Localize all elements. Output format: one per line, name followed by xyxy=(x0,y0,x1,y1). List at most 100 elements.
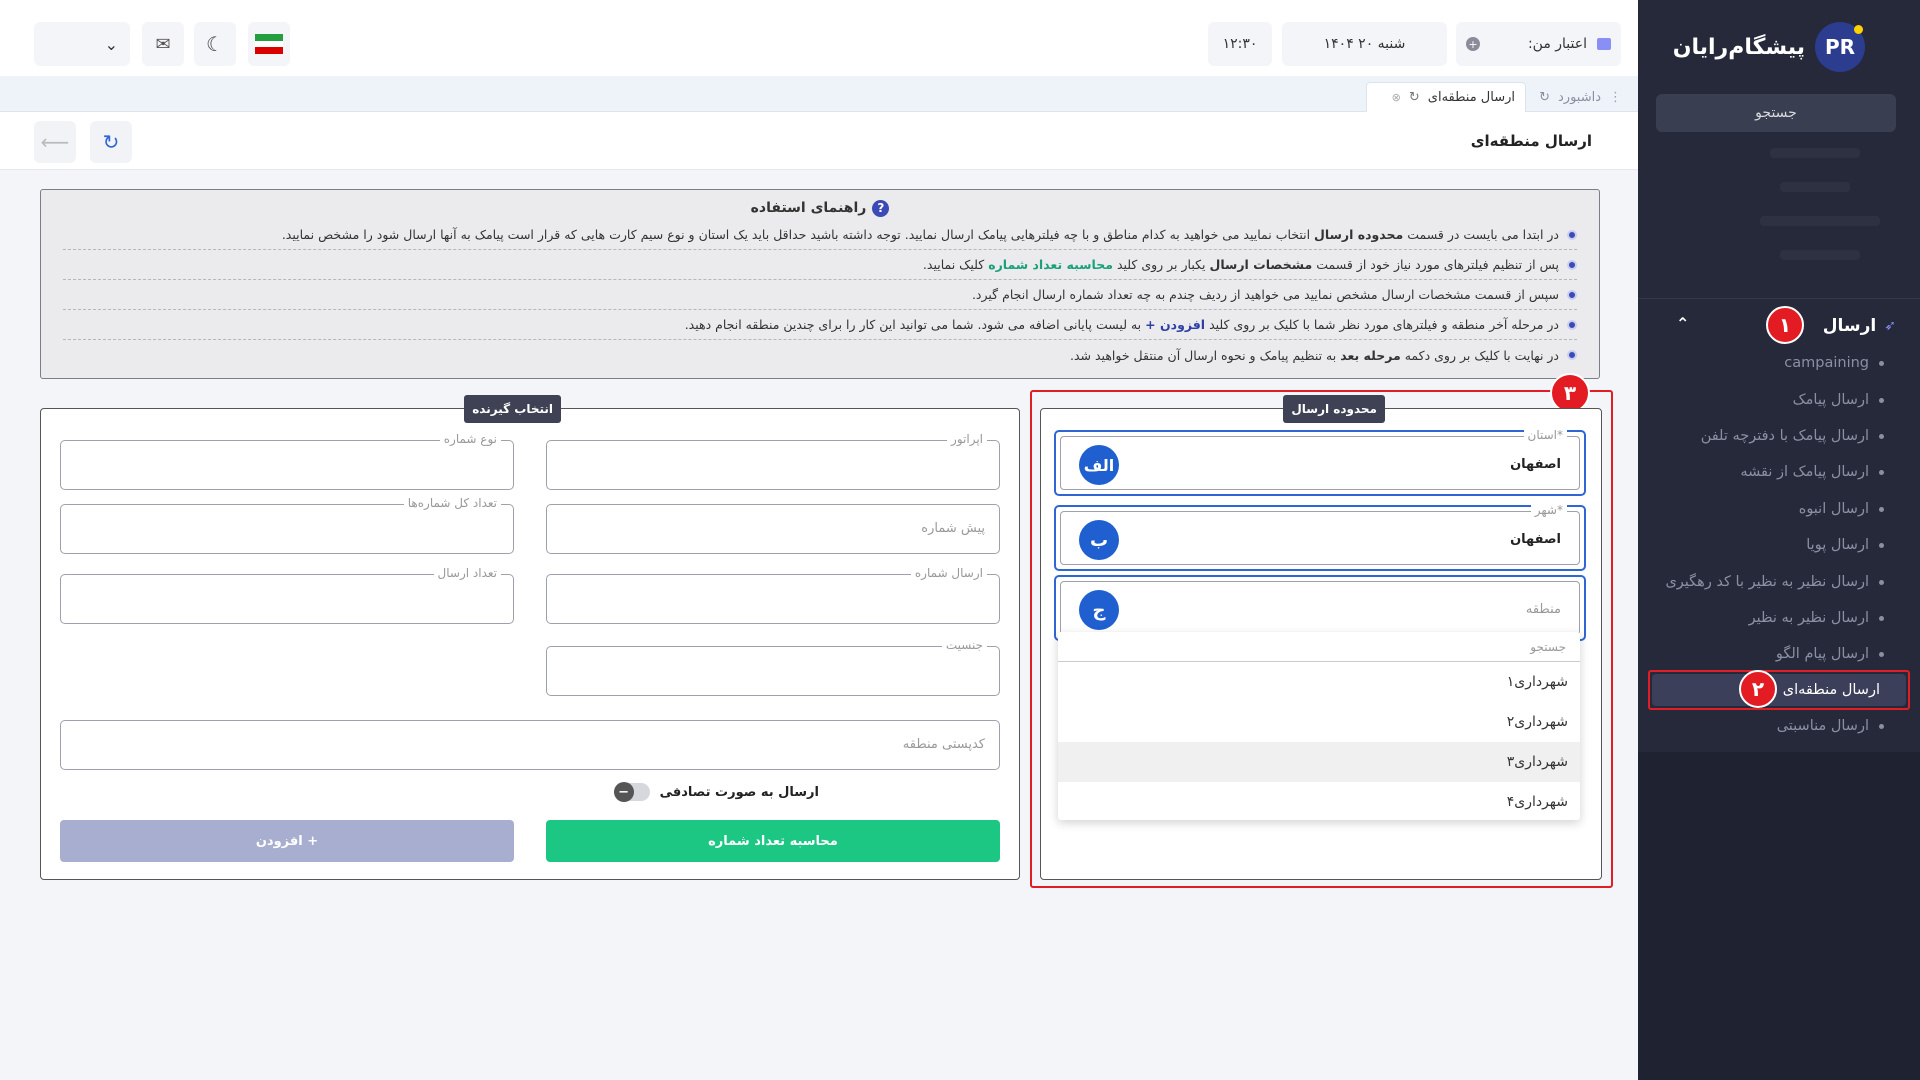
dark-mode-button[interactable]: ☾ xyxy=(194,22,236,66)
city-select[interactable]: شهر* اصفهان ب xyxy=(1060,503,1580,565)
date-box: شنبه ۲۰ ۱۴۰۴ xyxy=(1282,22,1447,66)
bullet-icon xyxy=(1879,542,1884,548)
city-select-wrap: شهر* اصفهان ب xyxy=(1054,503,1586,571)
credit-label: اعتبار من: xyxy=(1527,36,1587,52)
close-icon[interactable]: ⊗ xyxy=(1392,91,1401,104)
top-header: اعتبار من: + شنبه ۲۰ ۱۴۰۴ ۱۲:۳۰ ☾ ✉ ⌄ xyxy=(0,0,1638,76)
refresh-icon[interactable]: ↻ xyxy=(1539,90,1550,105)
chevron-up-icon[interactable]: ⌃ xyxy=(1676,314,1689,333)
recipient-panel-label: انتخاب گیرنده xyxy=(464,395,561,423)
number-type-field[interactable]: نوع شماره xyxy=(60,432,514,490)
scope-panel-label: محدوده ارسال xyxy=(1283,395,1385,423)
step-letter-be: ب xyxy=(1079,520,1119,560)
usage-guide: ? راهنمای استفاده در ابتدا می بایست در ق… xyxy=(40,189,1600,379)
guide-title: ? راهنمای استفاده xyxy=(63,196,1577,220)
bullet-icon xyxy=(1567,350,1577,360)
bullet-icon xyxy=(1567,259,1577,270)
date-text: شنبه ۲۰ ۱۴۰۴ xyxy=(1323,36,1406,52)
sidebar-search[interactable]: جستجو xyxy=(1656,94,1896,132)
language-button[interactable] xyxy=(248,22,290,66)
faded-item xyxy=(1780,250,1860,260)
dropdown-option[interactable]: شهرداری۴ xyxy=(1058,782,1580,822)
menu-section-title: ارسال xyxy=(1822,316,1877,336)
postal-code-field[interactable]: کدپستی منطقه xyxy=(60,720,1000,770)
step-badge-3: ۳ xyxy=(1550,373,1590,413)
messages-button[interactable]: ✉ xyxy=(142,22,184,66)
sidebar-item-phonebook[interactable]: ارسال پیامک با دفترچه تلفن xyxy=(1656,419,1884,453)
city-value: اصفهان xyxy=(1510,532,1561,547)
chevron-down-icon: ⌄ xyxy=(104,34,118,54)
province-select[interactable]: استان* اصفهان الف xyxy=(1060,428,1580,490)
plus-icon[interactable]: + xyxy=(1466,37,1480,51)
faded-item xyxy=(1780,182,1850,192)
bullet-icon xyxy=(1567,319,1577,330)
sidebar-item-template[interactable]: ارسال پیام الگو xyxy=(1656,637,1884,671)
sidebar-item-p2p[interactable]: ارسال نظیر به نظیر xyxy=(1656,601,1884,635)
guide-row: در مرحله آخر منطقه و فیلترهای مورد نظر ش… xyxy=(63,310,1577,340)
region-select[interactable]: منطقه ج xyxy=(1060,581,1580,635)
prefix-field[interactable]: پیش شماره xyxy=(546,504,1000,554)
random-send-label: ارسال به صورت تصادفی xyxy=(659,784,819,800)
moon-icon: ☾ xyxy=(206,32,224,56)
logo-text: پیشگام‌رایان xyxy=(1672,34,1805,60)
sidebar-item-map[interactable]: ارسال پیامک از نقشه xyxy=(1656,455,1884,489)
guide-row: پس از تنظیم فیلترهای مورد نیاز خود از قس… xyxy=(63,250,1577,280)
step-letter-jim: ج xyxy=(1079,590,1119,630)
random-send-toggle[interactable]: − xyxy=(613,782,650,802)
step-badge-1: ۱ xyxy=(1766,306,1804,344)
region-placeholder: منطقه xyxy=(1525,602,1561,617)
tab-regional-send[interactable]: ارسال منطقه‌ای ↻ ⊗ xyxy=(1366,82,1526,112)
sidebar-item-dynamic[interactable]: ارسال پویا xyxy=(1656,528,1884,562)
title-bar: ارسال منطقه‌ای ↻ ⟵ xyxy=(0,112,1638,170)
refresh-icon[interactable]: ↻ xyxy=(1409,90,1420,105)
tabs-bar: ⋮ داشبورد ↻ ارسال منطقه‌ای ↻ ⊗ xyxy=(0,76,1638,112)
bullet-icon xyxy=(1879,579,1884,585)
guide-row: سپس از قسمت مشخصات ارسال مشخص نمایید می … xyxy=(63,280,1577,310)
sidebar-item-regional-label: ارسال منطقه‌ای xyxy=(1652,674,1906,706)
province-label: استان* xyxy=(1523,428,1567,442)
back-button[interactable]: ⟵ xyxy=(34,121,76,163)
gender-field[interactable]: جنسیت xyxy=(546,638,1000,696)
sidebar-panel: PR پیشگام‌رایان جستجو ➶ ارسال ⌃ ۱ campai… xyxy=(1638,0,1920,752)
time-text: ۱۲:۳۰ xyxy=(1222,36,1258,52)
calculate-numbers-button[interactable]: محاسبه تعداد شماره xyxy=(546,820,1000,862)
mail-icon: ✉ xyxy=(155,33,171,55)
page-title: ارسال منطقه‌ای xyxy=(1470,132,1592,150)
bullet-icon xyxy=(1567,289,1577,300)
guide-row: در نهایت با کلیک بر روی دکمه مرحله بعد ب… xyxy=(63,340,1577,370)
arrow-left-icon: ⟵ xyxy=(40,130,70,154)
sidebar-divider xyxy=(1638,298,1920,299)
sidebar-item-send-sms[interactable]: ارسال پیامک xyxy=(1656,383,1884,417)
bullet-icon xyxy=(1879,506,1884,512)
bullet-icon xyxy=(1879,615,1884,621)
bullet-icon xyxy=(1879,360,1884,366)
bullet-icon xyxy=(1879,433,1884,439)
wallet-icon xyxy=(1597,38,1611,50)
user-dropdown[interactable]: ⌄ xyxy=(34,22,130,66)
credit-box[interactable]: اعتبار من: + xyxy=(1456,22,1621,66)
help-icon: ? xyxy=(872,199,890,217)
dropdown-option[interactable]: شهرداری۳ xyxy=(1058,742,1580,782)
sidebar-item-regional[interactable]: ارسال منطقه‌ای xyxy=(1648,670,1910,710)
bullet-icon xyxy=(1879,651,1884,657)
sidebar-item-occasion[interactable]: ارسال مناسبتی xyxy=(1656,709,1884,743)
sidebar: PR پیشگام‌رایان جستجو ➶ ارسال ⌃ ۱ campai… xyxy=(1638,0,1920,1080)
add-button[interactable]: افزودن + xyxy=(60,820,514,862)
province-value: اصفهان xyxy=(1510,457,1561,472)
bullet-icon xyxy=(1879,397,1884,403)
province-select-wrap: استان* اصفهان الف xyxy=(1054,428,1586,496)
total-numbers-field[interactable]: تعداد کل شماره‌ها xyxy=(60,496,514,554)
dropdown-search-input[interactable]: جستجو xyxy=(1058,632,1580,662)
guide-row: در ابتدا می بایست در قسمت محدوده ارسال ا… xyxy=(63,220,1577,250)
sidebar-item-p2p-tracking[interactable]: ارسال نظیر به نظیر با کد رهگیری xyxy=(1656,565,1884,599)
bullet-icon xyxy=(1879,469,1884,475)
dropdown-option[interactable]: شهرداری۲ xyxy=(1058,702,1580,742)
send-count-field[interactable]: تعداد ارسال xyxy=(60,566,514,624)
tab-dashboard[interactable]: ⋮ داشبورد ↻ xyxy=(1529,82,1632,112)
send-number-field[interactable]: ارسال شماره xyxy=(546,566,1000,624)
sidebar-item-campaining[interactable]: campaining xyxy=(1656,346,1884,380)
reload-button[interactable]: ↻ xyxy=(90,121,132,163)
sidebar-item-bulk[interactable]: ارسال انبوه xyxy=(1656,492,1884,526)
dropdown-option[interactable]: شهرداری۱ xyxy=(1058,662,1580,702)
operator-field[interactable]: اپراتور xyxy=(546,432,1000,490)
